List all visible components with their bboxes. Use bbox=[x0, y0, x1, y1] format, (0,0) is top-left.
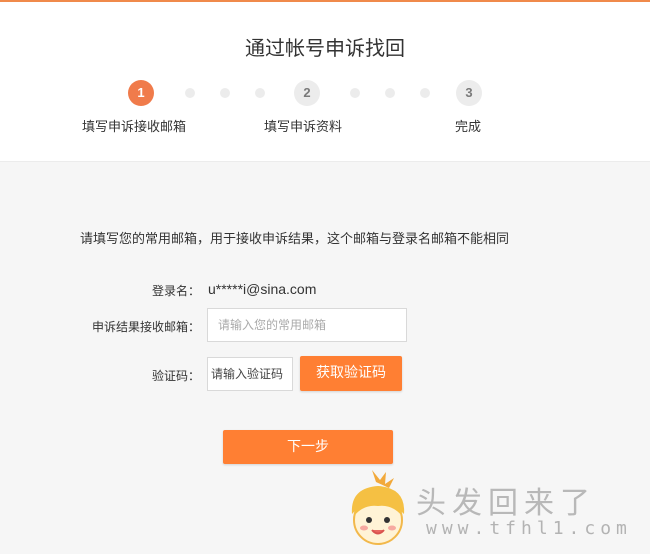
step-1-circle: 1 bbox=[128, 80, 154, 106]
progress-dot bbox=[220, 88, 230, 98]
header-panel: 通过帐号申诉找回 1 2 3 填写申诉接收邮箱 填写申诉资料 完成 bbox=[0, 2, 650, 162]
progress-dot bbox=[185, 88, 195, 98]
instruction-text: 请填写您的常用邮箱，用于接收申诉结果，这个邮箱与登录名邮箱不能相同 bbox=[80, 232, 510, 247]
email-field[interactable] bbox=[207, 308, 407, 342]
step-2-circle: 2 bbox=[294, 80, 320, 106]
login-name-label: 登录名： bbox=[151, 284, 200, 298]
mascot-icon bbox=[351, 470, 405, 545]
get-code-button[interactable]: 获取验证码 bbox=[300, 356, 402, 391]
email-field-label: 申诉结果接收邮箱： bbox=[91, 320, 200, 334]
step-3-label: 完成 bbox=[455, 120, 482, 135]
captcha-label: 验证码： bbox=[151, 369, 200, 383]
watermark-title: 头发回来了 bbox=[416, 486, 596, 521]
progress-dot bbox=[420, 88, 430, 98]
progress-dot bbox=[255, 88, 265, 98]
next-button[interactable]: 下一步 bbox=[223, 430, 393, 464]
progress-dot bbox=[385, 88, 395, 98]
watermark-url: www.tfhl1.com bbox=[426, 518, 632, 539]
step-2-label: 填写申诉资料 bbox=[264, 120, 343, 135]
page-title: 通过帐号申诉找回 bbox=[245, 36, 405, 60]
progress-dot bbox=[350, 88, 360, 98]
watermark: 头发回来了 www.tfhl1.com bbox=[342, 470, 650, 554]
captcha-input[interactable] bbox=[207, 357, 293, 391]
step-1-label: 填写申诉接收邮箱 bbox=[82, 120, 187, 135]
login-name-value: u*****i@sina.com bbox=[208, 281, 317, 297]
step-3-circle: 3 bbox=[456, 80, 482, 106]
